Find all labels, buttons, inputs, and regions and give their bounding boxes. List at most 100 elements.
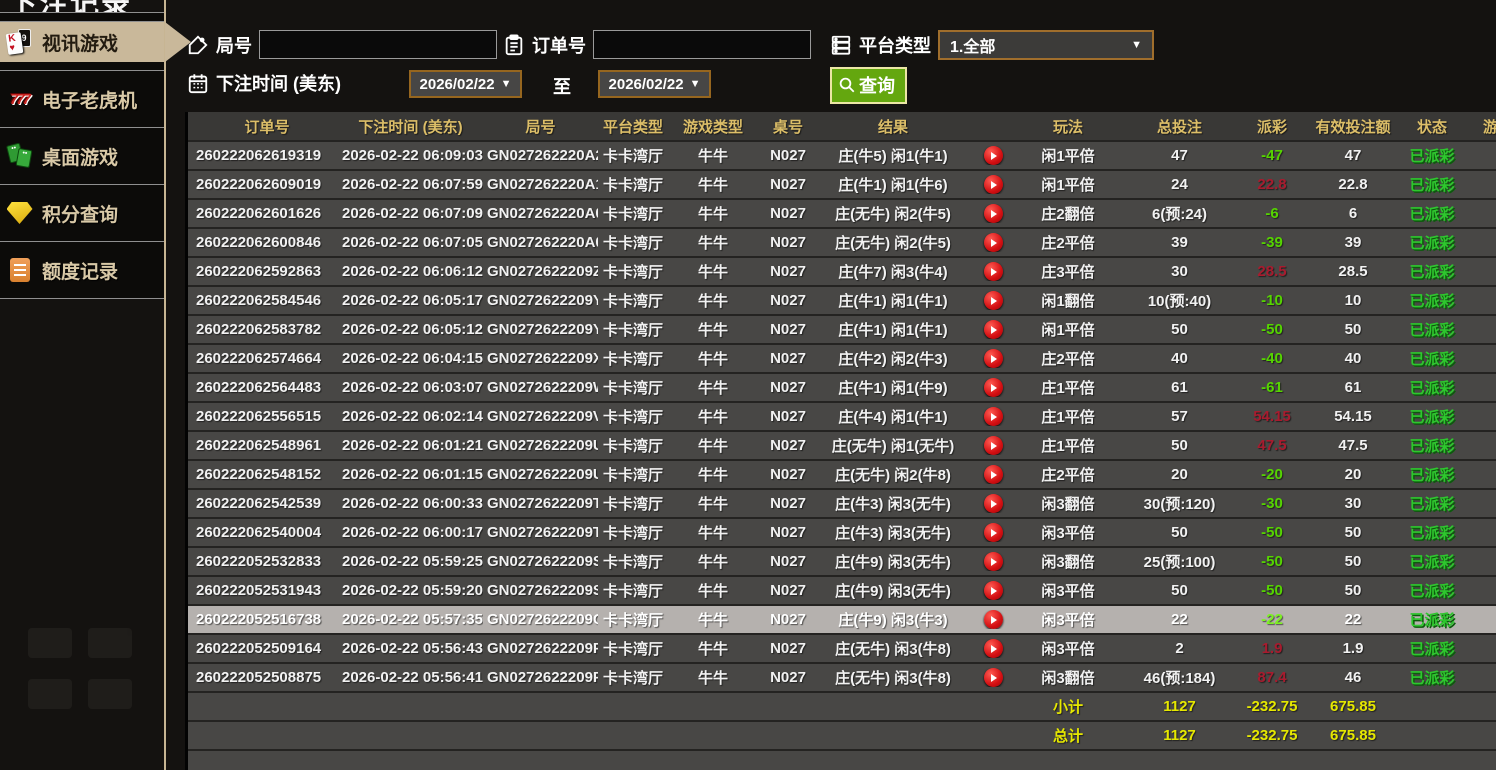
- valid-bet-cell: 47.5: [1303, 437, 1403, 454]
- sidebar-item-label: 额度记录: [42, 257, 118, 284]
- sidebar-item-quota-records[interactable]: 额度记录: [0, 242, 165, 299]
- subtotal-row: 小计 1127 -232.75 675.85: [188, 693, 1496, 722]
- bet-type-cell: 庄2平倍: [1018, 464, 1118, 485]
- valid-bet-cell: 50: [1303, 321, 1403, 338]
- result-cell: 庄(牛1) 闲1(牛9): [818, 377, 968, 398]
- date-from-picker[interactable]: 2026/02/22 ▼: [409, 70, 522, 98]
- play-button[interactable]: [984, 349, 1003, 368]
- table-row[interactable]: 260222052516738 2026-02-22 05:57:35 GN02…: [188, 606, 1496, 635]
- round-number-cell: GN027262220A0: [483, 234, 598, 251]
- play-button[interactable]: [984, 523, 1003, 542]
- table-row[interactable]: 260222062609019 2026-02-22 06:07:59 GN02…: [188, 171, 1496, 200]
- order-number-cell: 260222062592863: [188, 263, 338, 280]
- game-type-cell: 牛牛: [668, 406, 758, 427]
- play-button[interactable]: [984, 146, 1003, 165]
- sidebar-item-table-games[interactable]: •••• 桌面游戏: [0, 128, 165, 185]
- table-row[interactable]: 260222062540004 2026-02-22 06:00:17 GN02…: [188, 519, 1496, 548]
- round-number-cell: GN0272622209P: [483, 669, 598, 686]
- table-row[interactable]: 260222062600846 2026-02-22 06:07:05 GN02…: [188, 229, 1496, 258]
- col-header-platform: 平台类型: [598, 116, 668, 137]
- bet-time-cell: 2026-02-22 06:04:15: [338, 350, 483, 367]
- play-button[interactable]: [984, 494, 1003, 513]
- table-row[interactable]: 260222062583782 2026-02-22 06:05:12 GN02…: [188, 316, 1496, 345]
- play-button[interactable]: [984, 204, 1003, 223]
- table-row[interactable]: 260222062592863 2026-02-22 06:06:12 GN02…: [188, 258, 1496, 287]
- platform-type-value: 1.全部: [950, 33, 995, 57]
- result-cell: 庄(牛7) 闲3(牛4): [818, 261, 968, 282]
- platform-type-select[interactable]: 1.全部 ▼: [938, 30, 1154, 60]
- chevron-down-icon: ▼: [1131, 39, 1142, 51]
- play-button[interactable]: [984, 378, 1003, 397]
- round-number-cell: GN0272622209P: [483, 640, 598, 657]
- play-button[interactable]: [984, 552, 1003, 571]
- order-number-input[interactable]: [593, 30, 811, 59]
- play-button[interactable]: [984, 407, 1003, 426]
- table-number-cell: N027: [758, 669, 818, 686]
- table-row[interactable]: 260222062542539 2026-02-22 06:00:33 GN02…: [188, 490, 1496, 519]
- game-type-cell: 牛牛: [668, 667, 758, 688]
- order-number-cell: 260222062619319: [188, 147, 338, 164]
- dominoes-icon: ••••: [6, 143, 33, 170]
- col-header-time: 下注时间 (美东): [338, 116, 483, 137]
- total-bet-cell: 30: [1118, 263, 1241, 280]
- table-row[interactable]: 260222062584546 2026-02-22 06:05:17 GN02…: [188, 287, 1496, 316]
- table-row[interactable]: 260222062619319 2026-02-22 06:09:03 GN02…: [188, 142, 1496, 171]
- round-number-cell: GN0272622209Z: [483, 263, 598, 280]
- playing-cards-icon: 9K♥: [6, 29, 33, 56]
- table-row[interactable]: 260222062601626 2026-02-22 06:07:09 GN02…: [188, 200, 1496, 229]
- payout-cell: -50: [1241, 524, 1303, 541]
- table-row[interactable]: 260222062564483 2026-02-22 06:03:07 GN02…: [188, 374, 1496, 403]
- round-number-input[interactable]: [259, 30, 497, 59]
- table-row[interactable]: 260222052509164 2026-02-22 05:56:43 GN02…: [188, 635, 1496, 664]
- game-type-cell: 牛牛: [668, 203, 758, 224]
- table-row[interactable]: 260222062548152 2026-02-22 06:01:15 GN02…: [188, 461, 1496, 490]
- game-type-cell: 牛牛: [668, 145, 758, 166]
- order-number-cell: 260222062542539: [188, 495, 338, 512]
- payout-cell: 1.9: [1241, 640, 1303, 657]
- table-number-cell: N027: [758, 379, 818, 396]
- sidebar-item-label: 桌面游戏: [42, 143, 118, 170]
- total-bet-cell: 24: [1118, 176, 1241, 193]
- table-row[interactable]: 260222062574664 2026-02-22 06:04:15 GN02…: [188, 345, 1496, 374]
- sidebar-item-points-query[interactable]: 积分查询: [0, 185, 165, 242]
- play-button[interactable]: [984, 233, 1003, 252]
- play-button[interactable]: [984, 639, 1003, 658]
- sidebar-item-slots[interactable]: 777 电子老虎机: [0, 71, 165, 128]
- valid-bet-cell: 30: [1303, 495, 1403, 512]
- table-row[interactable]: 260222062556515 2026-02-22 06:02:14 GN02…: [188, 403, 1496, 432]
- platform-cell: 卡卡湾厅: [598, 493, 668, 514]
- bet-type-cell: 庄1平倍: [1018, 435, 1118, 456]
- sidebar-item-video-games[interactable]: 9K♥ 视讯游戏: [0, 21, 165, 62]
- total-bet-cell: 10(预:40): [1118, 290, 1241, 311]
- calendar-icon: [187, 72, 209, 94]
- search-button-label: 查询: [859, 72, 895, 98]
- play-button[interactable]: [984, 262, 1003, 281]
- platform-cell: 卡卡湾厅: [598, 580, 668, 601]
- bet-type-cell: 闲3平倍: [1018, 609, 1118, 630]
- sidebar-divider: [164, 0, 166, 770]
- table-row[interactable]: 260222062548961 2026-02-22 06:01:21 GN02…: [188, 432, 1496, 461]
- play-button[interactable]: [984, 291, 1003, 310]
- game-type-cell: 牛牛: [668, 464, 758, 485]
- payout-cell: 47.5: [1241, 437, 1303, 454]
- subtotal-total-bet: 1127: [1118, 698, 1241, 715]
- table-row[interactable]: 260222052508875 2026-02-22 05:56:41 GN02…: [188, 664, 1496, 693]
- table-row[interactable]: 260222052532833 2026-02-22 05:59:25 GN02…: [188, 548, 1496, 577]
- play-button[interactable]: [984, 581, 1003, 600]
- play-button[interactable]: [984, 668, 1003, 687]
- table-number-cell: N027: [758, 466, 818, 483]
- result-cell: 庄(牛4) 闲1(牛1): [818, 406, 968, 427]
- play-button[interactable]: [984, 436, 1003, 455]
- search-button[interactable]: 查询: [830, 67, 907, 104]
- order-number-cell: 260222052531943: [188, 582, 338, 599]
- play-button[interactable]: [984, 610, 1003, 629]
- status-cell: 已派彩: [1403, 638, 1461, 659]
- table-row[interactable]: 260222052531943 2026-02-22 05:59:20 GN02…: [188, 577, 1496, 606]
- payout-cell: 28.5: [1241, 263, 1303, 280]
- payout-cell: -50: [1241, 582, 1303, 599]
- play-button[interactable]: [984, 320, 1003, 339]
- search-icon: [838, 76, 856, 94]
- play-button[interactable]: [984, 175, 1003, 194]
- play-button[interactable]: [984, 465, 1003, 484]
- date-to-picker[interactable]: 2026/02/22 ▼: [598, 70, 711, 98]
